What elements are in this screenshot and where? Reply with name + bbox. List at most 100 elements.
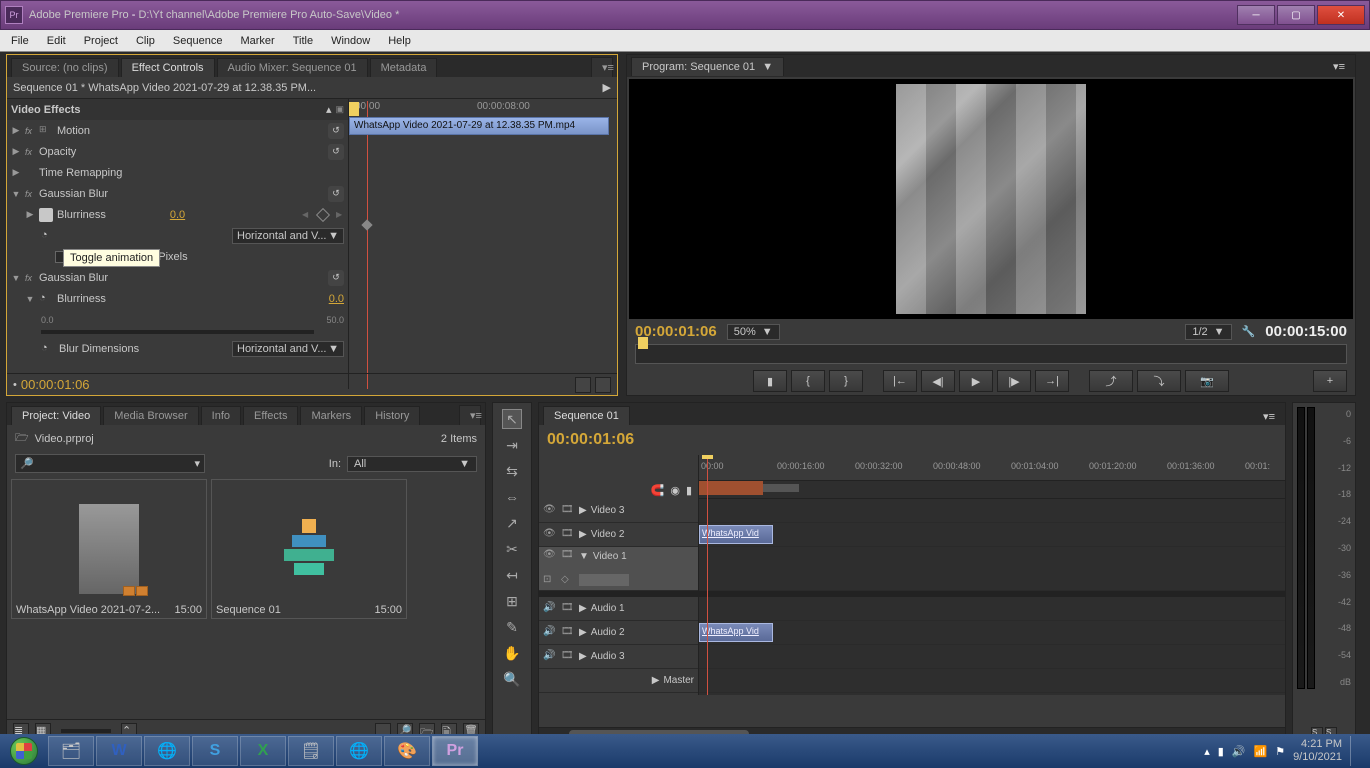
panel-menu-icon[interactable]: ▾≡ [459, 405, 481, 425]
wa-icon[interactable]: ▮ [686, 484, 692, 497]
lane-a1[interactable] [699, 597, 1285, 621]
tray-up-icon[interactable]: ▴ [1204, 745, 1210, 758]
menu-project[interactable]: Project [75, 33, 127, 49]
tab-effect-controls[interactable]: Effect Controls [121, 58, 215, 77]
blur-dimensions-dropdown[interactable]: Horizontal and V...▼ [232, 228, 344, 244]
tab-project[interactable]: Project: Video [11, 406, 101, 425]
keyframe-diamond-icon[interactable] [361, 219, 372, 230]
lock-icon[interactable]: 🎞 [561, 549, 575, 563]
panel-menu-icon[interactable]: ▾≡ [1327, 58, 1351, 75]
search-input[interactable]: 🔎▾ [15, 454, 205, 473]
tab-metadata[interactable]: Metadata [370, 58, 438, 77]
effect-gaussian-blur-2[interactable]: ▼fxGaussian Blur↺ [7, 267, 348, 288]
track-audio-2[interactable]: 🔊🎞▶Audio 2 [539, 621, 698, 645]
menu-title[interactable]: Title [284, 33, 322, 49]
tab-info[interactable]: Info [201, 406, 241, 425]
tab-effects[interactable]: Effects [243, 406, 298, 425]
track-select-tool-icon[interactable]: ⇥ [502, 435, 522, 455]
lane-a3[interactable] [699, 645, 1285, 669]
slip-tool-icon[interactable]: ↤ [502, 565, 522, 585]
prop-repeat-edge[interactable]: Repeat Edge Pixels [7, 246, 348, 267]
tab-audio-mixer[interactable]: Audio Mixer: Sequence 01 [217, 58, 368, 77]
lane-v2[interactable]: WhatsApp Vid [699, 523, 1285, 547]
timeline-clip-v2[interactable]: WhatsApp Vid [699, 525, 773, 544]
track-master[interactable]: ▶Master [539, 669, 698, 693]
next-keyframe-icon[interactable]: ▶ [336, 210, 344, 219]
reset-icon[interactable]: ↺ [328, 123, 344, 139]
wrench-icon[interactable]: 🔧 [1242, 325, 1256, 338]
pen-tool-icon[interactable]: ✎ [502, 617, 522, 637]
effect-gaussian-blur-1[interactable]: ▼fxGaussian Blur↺ [7, 183, 348, 204]
track-video-1[interactable]: 👁🎞▼Video 1⊡◇ [539, 547, 698, 591]
tab-source[interactable]: Source: (no clips) [11, 58, 119, 77]
menu-edit[interactable]: Edit [38, 33, 75, 49]
blurriness-value[interactable]: 0.0 [170, 209, 185, 221]
add-keyframe-icon[interactable] [316, 207, 330, 221]
tab-history[interactable]: History [364, 406, 420, 425]
selection-tool-icon[interactable]: ↖ [502, 409, 522, 429]
tab-program[interactable]: Program: Sequence 01 ▼ [631, 57, 784, 76]
rolling-tool-icon[interactable]: ⇔ [502, 487, 522, 507]
taskbar-premiere-icon[interactable]: Pr [432, 736, 478, 766]
eye-icon[interactable]: 👁 [543, 528, 557, 542]
ripple-tool-icon[interactable]: ⇆ [502, 461, 522, 481]
prop-blurriness[interactable]: ▶Blurriness0.0◀▶ [7, 204, 348, 225]
project-item-sequence[interactable]: Sequence 0115:00 [211, 479, 407, 619]
show-desktop-button[interactable] [1350, 736, 1360, 766]
prop-blur-dimensions[interactable]: ◔Horizontal and V...▼ [7, 225, 348, 246]
menu-help[interactable]: Help [379, 33, 420, 49]
mark-in-icon[interactable]: ▮ [753, 370, 787, 392]
out-point-icon[interactable]: } [829, 370, 863, 392]
timeline-playhead[interactable] [707, 455, 708, 695]
track-video-2[interactable]: 👁🎞▶Video 2 [539, 523, 698, 547]
collapse-icon[interactable]: ▴ [326, 103, 332, 116]
lock-icon[interactable]: 🎞 [561, 504, 575, 518]
camera-icon[interactable]: 📷 [1185, 370, 1229, 392]
timeline-area[interactable]: 00:00 00:00:16:00 00:00:32:00 00:00:48:0… [699, 455, 1285, 695]
taskbar-chrome2-icon[interactable]: 🌐 [336, 736, 382, 766]
speaker-icon[interactable]: 🔊 [543, 650, 557, 664]
taskbar-notes-icon[interactable]: 🗒 [288, 736, 334, 766]
minimize-button[interactable]: ─ [1237, 5, 1275, 25]
eye-icon[interactable]: 👁 [543, 504, 557, 518]
panel-menu-icon[interactable]: ▾≡ [1257, 408, 1281, 425]
start-button[interactable] [2, 735, 46, 767]
project-item-clip[interactable]: WhatsApp Video 2021-07-2...15:00 [11, 479, 207, 619]
razor-tool-icon[interactable]: ✂ [502, 539, 522, 559]
blurriness-value-2[interactable]: 0.0 [329, 293, 344, 305]
taskbar-explorer-icon[interactable]: 🗂 [48, 736, 94, 766]
in-dropdown[interactable]: All▼ [347, 456, 477, 472]
stopwatch-icon[interactable]: ◔ [41, 342, 55, 356]
blurriness-slider[interactable] [41, 330, 314, 334]
export-icon[interactable] [595, 377, 611, 393]
prop-blurriness-2[interactable]: ▼◔Blurriness0.0 [7, 288, 348, 309]
prop-blur-dimensions-2[interactable]: ◔Blur DimensionsHorizontal and V...▼ [7, 338, 348, 359]
blur-dimensions-dropdown-2[interactable]: Horizontal and V...▼ [232, 341, 344, 357]
go-out-icon[interactable]: →| [1035, 370, 1069, 392]
lane-v3[interactable] [699, 499, 1285, 523]
speaker-icon[interactable]: 🔊 [543, 602, 557, 616]
thumb-size-slider[interactable] [61, 729, 111, 733]
menu-clip[interactable]: Clip [127, 33, 164, 49]
play-icon[interactable]: ▶ [959, 370, 993, 392]
loop-icon[interactable] [575, 377, 591, 393]
step-back-icon[interactable]: ◀| [921, 370, 955, 392]
playhead-icon[interactable] [349, 102, 359, 116]
tab-media-browser[interactable]: Media Browser [103, 406, 198, 425]
clock[interactable]: 4:21 PM9/10/2021 [1293, 738, 1342, 764]
time-ruler[interactable]: 00:00 00:00:16:00 00:00:32:00 00:00:48:0… [699, 455, 1285, 481]
lane-master[interactable] [699, 669, 1285, 693]
program-scrubber[interactable] [635, 344, 1347, 364]
stopwatch-icon[interactable] [39, 208, 53, 222]
lane-a2[interactable]: WhatsApp Vid [699, 621, 1285, 645]
volume-icon[interactable]: 🔊 [1232, 745, 1246, 758]
timeline-clip-a2[interactable]: WhatsApp Vid [699, 623, 773, 642]
snap-icon[interactable]: 🧲 [651, 484, 665, 497]
chevron-right-icon[interactable]: ▶ [603, 81, 611, 94]
taskbar-skype-icon[interactable]: S [192, 736, 238, 766]
taskbar-excel-icon[interactable]: X [240, 736, 286, 766]
step-fwd-icon[interactable]: |▶ [997, 370, 1031, 392]
menu-sequence[interactable]: Sequence [164, 33, 232, 49]
effect-time-remap[interactable]: ▶ Time Remapping [7, 162, 348, 183]
eye-icon[interactable]: 👁 [543, 549, 557, 563]
